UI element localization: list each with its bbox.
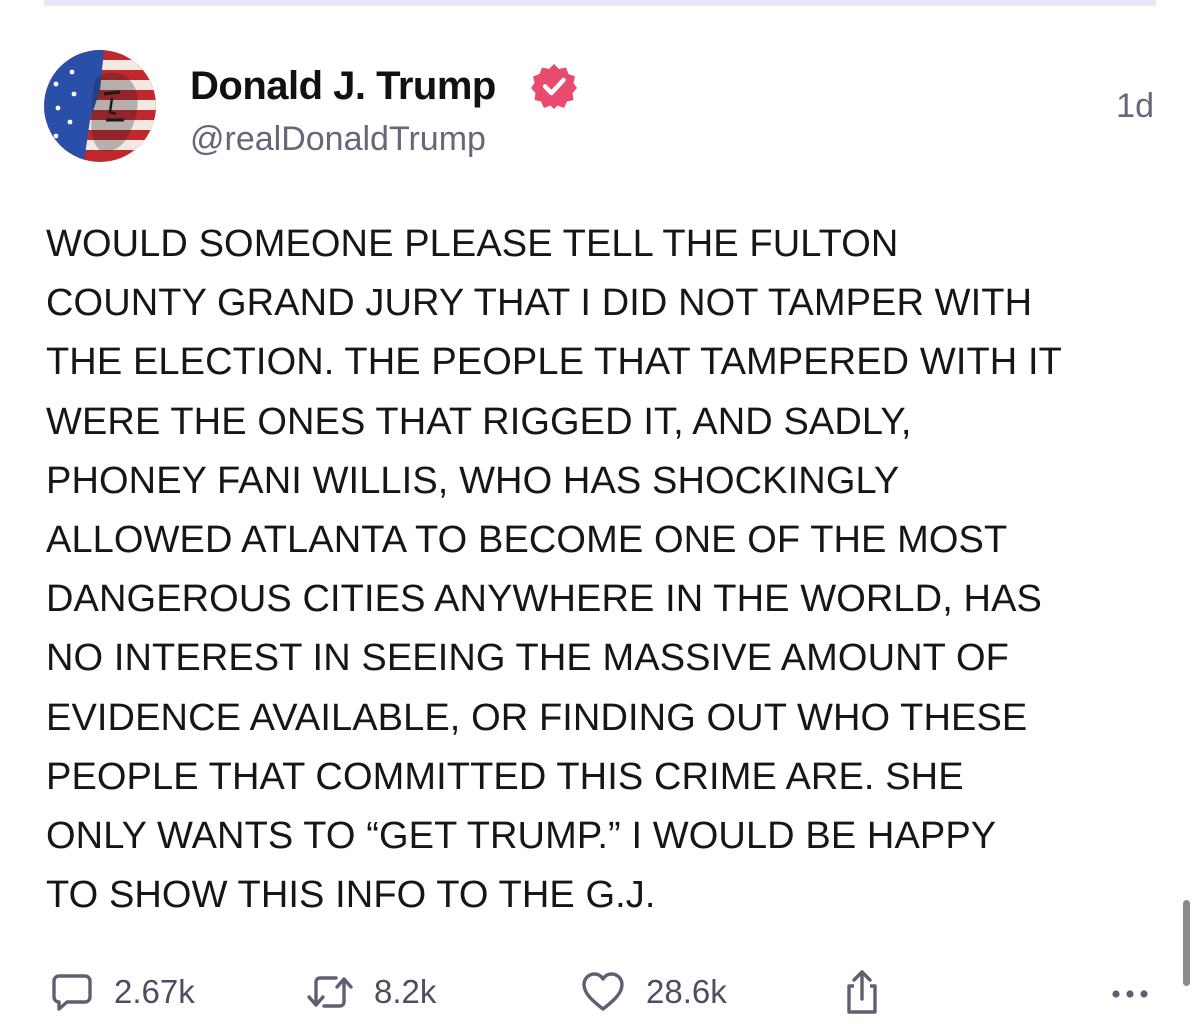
avatar-image <box>44 50 156 162</box>
top-divider <box>44 0 1156 6</box>
author-handle[interactable]: @realDonaldTrump <box>190 118 486 160</box>
author-display-name[interactable]: Donald J. Trump <box>190 62 496 110</box>
repost-button[interactable]: 8.2k <box>306 968 436 1016</box>
post-text: WOULD SOMEONE PLEASE TELL THE FULTON COU… <box>46 223 1062 917</box>
verified-badge-icon <box>531 64 577 109</box>
avatar[interactable] <box>44 50 156 162</box>
reply-button[interactable]: 2.67k <box>50 968 195 1016</box>
like-count: 28.6k <box>646 973 727 1010</box>
reply-count: 2.67k <box>114 973 195 1010</box>
more-options-button[interactable] <box>1108 968 1152 1016</box>
share-icon <box>847 970 877 1014</box>
post-view: Donald J. Trump @realDonaldTrump 1d WOUL… <box>0 0 1200 1024</box>
more-icon <box>1112 990 1148 998</box>
post-action-bar: 2.67k 8.2k 28.6k <box>0 960 1200 1020</box>
post-timestamp[interactable]: 1d <box>1116 86 1154 126</box>
repost-count: 8.2k <box>374 973 437 1010</box>
reply-icon <box>52 974 92 1011</box>
scrollbar[interactable] <box>1183 900 1190 986</box>
share-button[interactable] <box>840 968 884 1016</box>
like-button[interactable]: 28.6k <box>580 968 727 1016</box>
heart-icon <box>582 972 624 1011</box>
repost-icon <box>307 976 353 1008</box>
